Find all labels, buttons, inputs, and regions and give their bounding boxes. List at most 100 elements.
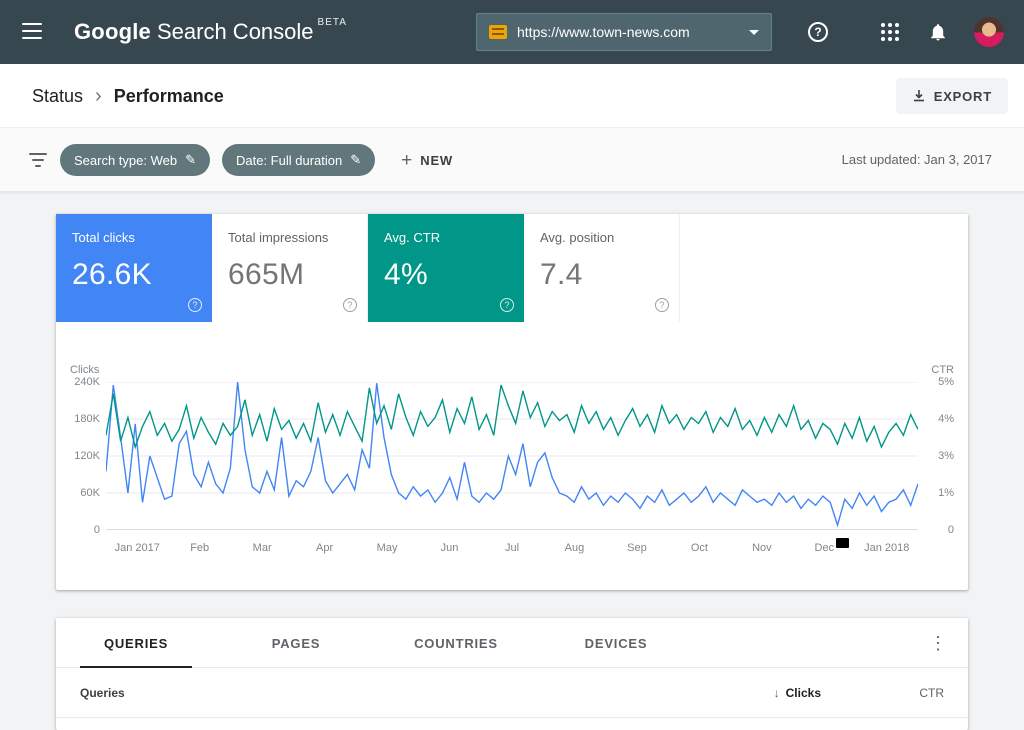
chevron-right-icon: › bbox=[95, 85, 102, 108]
x-axis-tick-label: Sep bbox=[627, 542, 647, 554]
axis-tick-label: 180K bbox=[74, 412, 100, 426]
tile-total-clicks[interactable]: Total clicks 26.6K ? bbox=[56, 214, 212, 322]
bell-icon bbox=[928, 22, 948, 42]
left-axis-ticks: 240K180K120K60K0 bbox=[70, 382, 106, 530]
page-title: Performance bbox=[114, 86, 224, 107]
axis-tick-label: 120K bbox=[74, 449, 100, 463]
tab-devices[interactable]: DEVICES bbox=[536, 618, 696, 668]
column-ctr[interactable]: CTR bbox=[919, 686, 944, 700]
header-bar: Status › Performance EXPORT bbox=[0, 64, 1024, 128]
chart-svg bbox=[106, 382, 918, 530]
overflow-menu-icon[interactable]: ⋮ bbox=[926, 631, 950, 655]
export-button[interactable]: EXPORT bbox=[896, 78, 1008, 114]
help-icon[interactable]: ? bbox=[500, 298, 514, 312]
x-axis-tick-label: Jun bbox=[441, 542, 459, 554]
x-axis-tick-label: Jan 2018 bbox=[864, 542, 909, 554]
right-axis-ticks: 5%4%3%1%0 bbox=[918, 382, 954, 530]
breadcrumb-status[interactable]: Status bbox=[32, 86, 83, 107]
download-icon bbox=[912, 89, 926, 103]
axis-tick-label: 3% bbox=[938, 449, 954, 463]
performance-chart: Clicks CTR 240K180K120K60K0 5%4%3%1%0 Ja… bbox=[70, 364, 954, 556]
pencil-icon: ✎ bbox=[185, 152, 196, 168]
top-app-bar: GoogleSearch Console BETA https://www.tow… bbox=[0, 0, 1024, 64]
chip-date-range[interactable]: Date: Full duration ✎ bbox=[222, 144, 375, 176]
tile-value: 7.4 bbox=[540, 258, 583, 292]
help-icon[interactable]: ? bbox=[343, 298, 357, 312]
table-header: Queries ↓ Clicks CTR bbox=[56, 668, 968, 718]
tile-avg-ctr[interactable]: Avg. CTR 4% ? bbox=[368, 214, 524, 322]
tile-avg-position[interactable]: Avg. position 7.4 ? bbox=[524, 214, 680, 322]
queries-table-card: QUERIES PAGES COUNTRIES DEVICES ⋮ Querie… bbox=[56, 618, 968, 730]
mouse-cursor bbox=[836, 538, 849, 548]
axis-tick-label: 4% bbox=[938, 412, 954, 426]
logo-product: Search Console bbox=[157, 19, 314, 44]
tile-label: Total impressions bbox=[228, 230, 328, 245]
axis-tick-label: 0 bbox=[948, 523, 954, 537]
table-tabs: QUERIES PAGES COUNTRIES DEVICES ⋮ bbox=[56, 618, 968, 668]
help-icon: ? bbox=[808, 22, 828, 42]
beta-badge: BETA bbox=[318, 17, 347, 28]
axis-tick-label: 60K bbox=[80, 486, 100, 500]
x-axis-tick-label: Jul bbox=[505, 542, 519, 554]
chip-date-range-label: Date: Full duration bbox=[236, 153, 342, 168]
property-url: https://www.town-news.com bbox=[517, 24, 741, 40]
chip-search-type-label: Search type: Web bbox=[74, 153, 177, 168]
series-clicks bbox=[106, 382, 918, 525]
chevron-down-icon bbox=[749, 30, 759, 35]
help-icon[interactable]: ? bbox=[655, 298, 669, 312]
axis-tick-label: 5% bbox=[938, 375, 954, 389]
logo-google: Google bbox=[74, 19, 151, 44]
x-axis-tick-label: May bbox=[377, 542, 398, 554]
apps-grid-button[interactable] bbox=[878, 20, 902, 44]
app-logo: GoogleSearch Console BETA bbox=[74, 19, 347, 45]
export-label: EXPORT bbox=[934, 89, 992, 104]
x-axis-tick-label: Aug bbox=[565, 542, 585, 554]
pencil-icon: ✎ bbox=[350, 152, 361, 168]
x-axis-tick-label: Apr bbox=[316, 542, 333, 554]
tile-label: Total clicks bbox=[72, 230, 135, 245]
performance-card: Total clicks 26.6K ? Total impressions 6… bbox=[56, 214, 968, 590]
new-filter-button[interactable]: + NEW bbox=[401, 151, 453, 170]
tab-label: QUERIES bbox=[104, 636, 168, 651]
tab-label: DEVICES bbox=[585, 636, 648, 651]
tab-label: COUNTRIES bbox=[414, 636, 498, 651]
new-filter-label: NEW bbox=[420, 153, 453, 168]
x-axis-tick-label: Oct bbox=[691, 542, 708, 554]
x-axis-tick-label: Mar bbox=[253, 542, 272, 554]
series-ctr bbox=[106, 385, 918, 447]
x-axis-tick-label: Jan 2017 bbox=[115, 542, 160, 554]
help-icon[interactable]: ? bbox=[188, 298, 202, 312]
tab-countries[interactable]: COUNTRIES bbox=[376, 618, 536, 668]
metric-tiles: Total clicks 26.6K ? Total impressions 6… bbox=[56, 214, 968, 322]
tab-label: PAGES bbox=[272, 636, 321, 651]
x-axis-tick-label: Feb bbox=[190, 542, 209, 554]
breadcrumb: Status › Performance bbox=[32, 64, 224, 128]
apps-grid-icon bbox=[881, 23, 899, 41]
tile-value: 665M bbox=[228, 258, 304, 292]
tab-queries[interactable]: QUERIES bbox=[56, 618, 216, 668]
column-clicks-label: Clicks bbox=[786, 686, 821, 700]
column-clicks-sort[interactable]: ↓ Clicks bbox=[774, 686, 821, 700]
tile-value: 4% bbox=[384, 258, 428, 292]
axis-tick-label: 240K bbox=[74, 375, 100, 389]
property-selector[interactable]: https://www.town-news.com bbox=[476, 13, 772, 51]
sort-desc-icon: ↓ bbox=[774, 686, 780, 700]
x-axis-tick-label: Dec bbox=[815, 542, 835, 554]
tile-total-impressions[interactable]: Total impressions 665M ? bbox=[212, 214, 368, 322]
account-avatar[interactable] bbox=[974, 17, 1004, 47]
help-button[interactable]: ? bbox=[806, 20, 830, 44]
filter-chips: Search type: Web ✎ Date: Full duration ✎… bbox=[60, 144, 453, 176]
menu-icon[interactable] bbox=[22, 23, 42, 39]
chart-plot[interactable] bbox=[106, 382, 918, 530]
chip-search-type[interactable]: Search type: Web ✎ bbox=[60, 144, 210, 176]
axis-tick-label: 0 bbox=[94, 523, 100, 537]
axis-tick-label: 1% bbox=[938, 486, 954, 500]
tile-value: 26.6K bbox=[72, 258, 152, 292]
property-icon bbox=[489, 25, 507, 39]
notifications-button[interactable] bbox=[926, 20, 950, 44]
filter-icon[interactable] bbox=[28, 153, 48, 167]
tile-label: Avg. CTR bbox=[384, 230, 440, 245]
tab-pages[interactable]: PAGES bbox=[216, 618, 376, 668]
column-queries: Queries bbox=[80, 686, 125, 700]
x-axis-tick-label: Nov bbox=[752, 542, 772, 554]
